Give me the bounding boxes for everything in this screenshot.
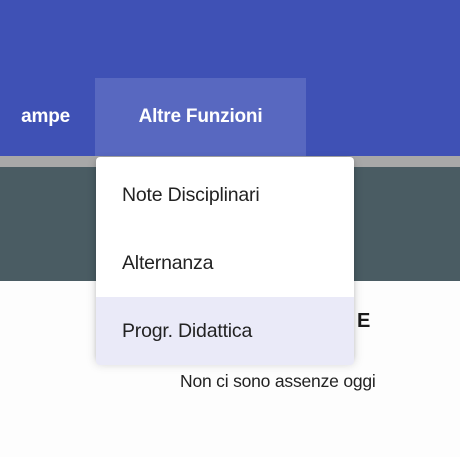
top-navbar: ampe Altre Funzioni xyxy=(0,0,460,156)
no-absences-message: Non ci sono assenze oggi xyxy=(180,371,376,391)
menu-item-alternanza[interactable]: Alternanza xyxy=(96,229,354,297)
altre-funzioni-dropdown-menu: Note Disciplinari Alternanza Progr. Dida… xyxy=(96,157,354,365)
menu-item-label: Alternanza xyxy=(122,251,214,274)
nav-item-stampe[interactable]: ampe xyxy=(0,78,80,156)
nav-item-stampe-label: ampe xyxy=(21,106,70,127)
nav-item-altre-funzioni-label: Altre Funzioni xyxy=(138,106,263,127)
menu-item-label: Progr. Didattica xyxy=(122,319,253,342)
menu-item-label: Note Disciplinari xyxy=(122,183,260,206)
nav-item-altre-funzioni[interactable]: Altre Funzioni xyxy=(95,78,306,156)
menu-item-note-disciplinari[interactable]: Note Disciplinari xyxy=(96,161,354,229)
section-heading-fragment: E xyxy=(357,310,371,332)
menu-item-progr-didattica[interactable]: Progr. Didattica xyxy=(96,297,354,365)
